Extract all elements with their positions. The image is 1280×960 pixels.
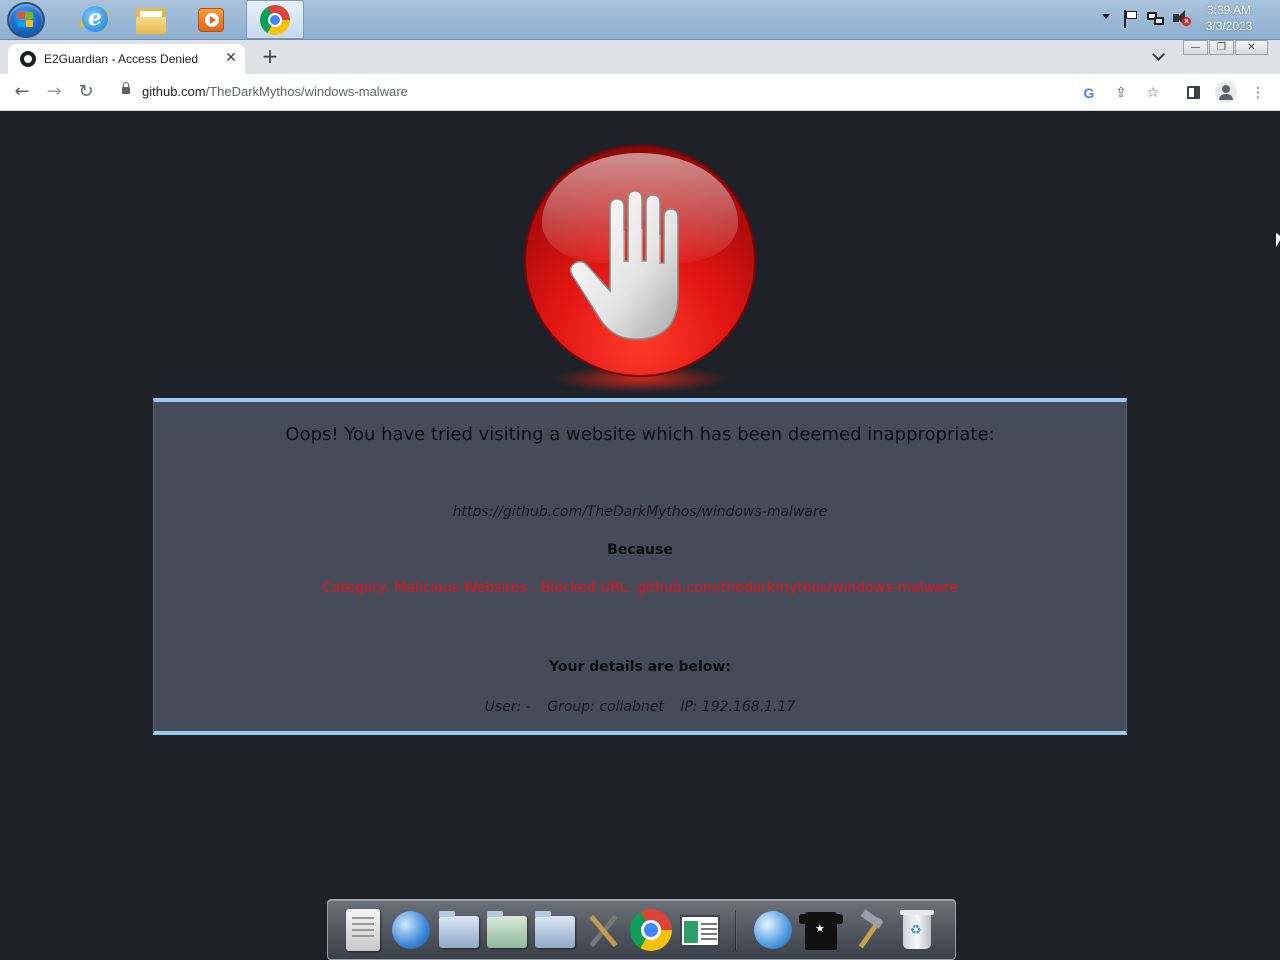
mouse-cursor-icon: [1276, 233, 1280, 247]
chrome-menu-icon[interactable]: ⋮: [1248, 83, 1268, 103]
tools-icon[interactable]: [581, 908, 625, 952]
app-dock: [327, 899, 956, 960]
start-button[interactable]: [7, 2, 45, 38]
url-host: github.com: [142, 84, 206, 99]
access-denied-box: Oops! You have tried visiting a website …: [153, 398, 1127, 735]
clock-date: 3/3/2023: [1205, 19, 1253, 33]
user-value: User: -: [484, 699, 531, 715]
action-center-flag-icon[interactable]: [1123, 10, 1139, 28]
details-heading: Your details are below:: [549, 659, 731, 675]
network-globe-icon[interactable]: [389, 908, 433, 952]
google-translate-icon[interactable]: G: [1080, 84, 1098, 102]
window-manager-icon[interactable]: [677, 908, 721, 952]
windows-logo-icon: [18, 12, 34, 28]
group-value: Group: collabnet: [547, 699, 664, 715]
file-explorer-icon[interactable]: [136, 8, 166, 34]
tab-search-chevron-icon[interactable]: [1152, 50, 1166, 60]
blocked-page: Oops! You have tried visiting a website …: [0, 111, 1280, 960]
restore-button[interactable]: ❐: [1209, 40, 1234, 55]
share-icon[interactable]: ⇪: [1112, 84, 1130, 102]
browser-toolbar: ← → ↻ github.com/TheDarkMythos/windows-m…: [0, 74, 1280, 111]
clock-time: 3:39 AM: [1206, 3, 1252, 17]
internet-explorer-icon[interactable]: e: [76, 4, 112, 34]
images-folder-icon[interactable]: [533, 908, 577, 952]
chrome-icon: [260, 5, 290, 35]
trash-icon[interactable]: [895, 908, 939, 952]
profile-avatar-icon[interactable]: [1215, 81, 1237, 103]
windows-taskbar: e x 3:39 AM 3/3/2023: [0, 0, 1280, 40]
back-button[interactable]: ←: [12, 82, 32, 102]
stop-hand-icon: [526, 147, 754, 397]
reload-button[interactable]: ↻: [76, 82, 96, 102]
browser-tab[interactable]: E2Guardian - Access Denied ✕: [8, 44, 245, 74]
minimize-button[interactable]: —: [1183, 40, 1208, 55]
tab-close-icon[interactable]: ✕: [223, 50, 239, 66]
because-label: Because: [607, 542, 673, 558]
text-editor-icon[interactable]: [341, 908, 385, 952]
system-clock[interactable]: 3:39 AM 3/3/2023: [1196, 2, 1262, 34]
network-icon[interactable]: [1147, 10, 1165, 28]
browser-tab-strip: E2Guardian - Access Denied ✕ + — ❐ ✕: [0, 40, 1280, 74]
user-details: User: - Group: collabnet IP: 192.168.1.1…: [154, 699, 1126, 715]
new-tab-button[interactable]: +: [259, 45, 281, 67]
internet-globe-icon[interactable]: [751, 908, 795, 952]
url-text[interactable]: github.com/TheDarkMythos/windows-malware: [142, 84, 408, 99]
denied-headline: Oops! You have tried visiting a website …: [285, 424, 995, 445]
bookmark-star-icon[interactable]: ☆: [1144, 84, 1162, 102]
media-player-icon[interactable]: [198, 8, 224, 32]
chrome-dock-icon[interactable]: [629, 908, 673, 952]
tshirt-icon[interactable]: [799, 908, 843, 952]
chrome-taskbar-button[interactable]: [246, 0, 304, 39]
ip-value: IP: 192.168.1.17: [680, 699, 796, 715]
window-controls: — ❐ ✕: [1183, 40, 1269, 57]
show-hidden-icons-caret-icon[interactable]: [1102, 14, 1110, 19]
scripts-folder-icon[interactable]: [485, 908, 529, 952]
documents-folder-icon[interactable]: [437, 908, 481, 952]
url-path: /TheDarkMythos/windows-malware: [205, 84, 408, 99]
blocked-url: https://github.com/TheDarkMythos/windows…: [452, 504, 828, 520]
hammer-icon[interactable]: [847, 908, 891, 952]
block-reason: Category: Malicious Websites - Blocked U…: [322, 580, 958, 596]
address-bar[interactable]: github.com/TheDarkMythos/windows-malware…: [108, 78, 1176, 107]
github-favicon-icon: [20, 51, 36, 67]
volume-muted-icon[interactable]: x: [1172, 10, 1191, 28]
close-window-button[interactable]: ✕: [1235, 40, 1268, 55]
forward-button[interactable]: →: [44, 82, 64, 102]
side-panel-icon[interactable]: [1187, 86, 1200, 99]
tab-title: E2Guardian - Access Denied: [44, 52, 199, 66]
lock-icon[interactable]: [122, 82, 130, 94]
dock-separator: [735, 910, 737, 950]
